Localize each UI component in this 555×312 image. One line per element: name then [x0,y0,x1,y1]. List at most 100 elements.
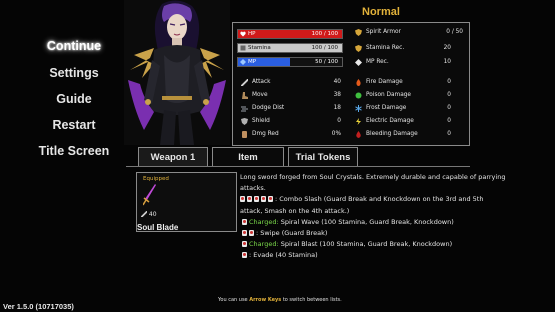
shift-key-icon [242,252,247,259]
navigation-hint: You can use Arrow Keys to switch between… [218,297,342,303]
move-2: : Swipe (Guard Break) [240,228,480,239]
mp-icon [240,59,246,65]
mp-rec-label: MP Rec. [366,59,389,65]
stat-value: 0 [447,105,451,111]
sword-icon [139,210,148,218]
combo-line: : Combo Slash (Guard Break and Knockdown… [240,194,484,205]
mp-rec-icon [355,59,362,66]
stat-value: 0 [447,118,451,124]
stat-value: 0 [447,79,451,85]
spirit-armor-row: Spirit Armor 0 / 50 [355,28,463,37]
mouse-right-icon [242,229,247,236]
character-portrait [124,0,230,145]
menu-continue[interactable]: Continue [14,39,134,53]
spirit-armor-label: Spirit Armor [366,29,401,35]
stat-label: Poison Damage [366,92,411,98]
tab-trial-tokens[interactable]: Trial Tokens [288,147,358,167]
mp-rec-row: MP Rec. 10 [355,58,451,67]
fire-icon [355,79,362,86]
stat-label: Move [252,92,268,98]
mouse-left-icon [247,196,252,203]
tab-weapon-1[interactable]: Weapon 1 [138,147,208,167]
menu-guide[interactable]: Guide [14,92,134,106]
stamina-rec-label: Stamina Rec. [366,45,405,51]
spirit-armor-value: 0 / 50 [446,29,463,35]
stat-dodge: Dodge Dist 18 [241,104,341,113]
stat-label: Fire Damage [366,79,403,85]
move-3: Charged: Spiral Blast (100 Stamina, Guar… [240,239,480,250]
move-1: Charged: Spiral Wave (100 Stamina, Guard… [240,217,480,228]
hint-pre: You can use [218,297,250,303]
stamina-icon [240,45,246,51]
mouse-right-icon [242,241,247,248]
soul-blade-icon [142,184,157,210]
stat-dmg-red: Dmg Red 0% [241,130,341,139]
mouse-right-icon [249,229,254,236]
stat-value: 38 [333,92,341,98]
dash-icon [241,105,248,112]
stamina-value: 100 / 100 [311,45,338,51]
mouse-left-icon [261,196,266,203]
stat-attack: Attack 40 [239,78,341,87]
stat-fire: Fire Damage 0 [355,78,451,87]
menu-settings[interactable]: Settings [14,66,134,80]
mouse-left-icon [240,196,245,203]
move-text: : Swipe (Guard Break) [256,228,328,237]
poison-icon [355,92,362,99]
weapon-name: Soul Blade [137,223,179,232]
menu-title-screen[interactable]: Title Screen [14,144,134,158]
shield-icon [241,118,248,125]
stat-bleeding: Bleeding Damage 0 [355,130,451,139]
stat-label: Electric Damage [366,118,414,124]
stamina-bar: Stamina 100 / 100 [237,43,343,53]
weapon-attack-value: 40 [148,211,157,218]
weapon-attack: 40 [139,210,163,218]
stamina-rec-value: 20 [443,45,451,51]
hint-keys: Arrow Keys [249,297,282,303]
stat-electric: Electric Damage 0 [355,117,451,126]
menu-restart[interactable]: Restart [14,118,134,132]
version-label: Ver 1.5.0 (10717035) [3,302,74,311]
mp-value: 50 / 100 [315,59,338,65]
mouse-left-icon [268,196,273,203]
move-text: : Evade (40 Stamina) [249,251,318,260]
spirit-armor-icon [355,29,362,36]
stat-poison: Poison Damage 0 [355,91,451,100]
mouse-right-icon [242,218,247,225]
desc-line-2: attacks. [240,184,266,193]
desc-line-1: Long sword forged from Soul Crystals. Ex… [240,173,506,181]
hp-label: HP [248,31,256,37]
stat-value: 0 [447,92,451,98]
stat-label: Bleeding Damage [366,131,418,137]
charged-label: Charged: [249,217,279,226]
stat-value: 40 [333,79,341,85]
stat-value: 0% [331,131,341,137]
stat-move: Move 38 [241,91,341,100]
mp-label: MP [248,59,257,65]
mp-rec-value: 10 [443,59,451,65]
combo-text: : Combo Slash (Guard Break and Knockdown… [275,195,484,204]
hp-value: 100 / 100 [311,31,338,37]
stat-value: 18 [333,105,341,111]
combo-line-cont: attack, Smash on the 4th attack.) [240,206,350,215]
stat-label: Attack [252,79,271,85]
mouse-left-icon [254,196,259,203]
hint-post: to switch between lists. [281,297,342,303]
equipped-badge: Equipped [143,176,169,182]
hp-bar: HP 100 / 100 [237,29,343,39]
stat-label: Frost Damage [366,105,407,111]
weapon-description: Long sword forged from Soul Crystals. Ex… [240,172,506,262]
boot-icon [241,92,248,99]
tab-item[interactable]: Item [212,147,284,167]
stat-shield: Shield 0 [241,117,341,126]
stamina-rec-row: Stamina Rec. 20 [355,44,451,53]
mp-bar: MP 50 / 100 [237,57,343,67]
stat-label: Dmg Red [252,131,279,137]
stat-frost: Frost Damage 0 [355,104,451,113]
move-text: Spiral Wave (100 Stamina, Guard Break, K… [278,217,454,226]
stat-value: 0 [337,118,341,124]
stamina-rec-icon [355,45,362,52]
sword-icon [239,78,249,87]
move-text: Spiral Blast (100 Stamina, Guard Break, … [278,240,453,249]
difficulty-label: Normal [362,6,400,18]
